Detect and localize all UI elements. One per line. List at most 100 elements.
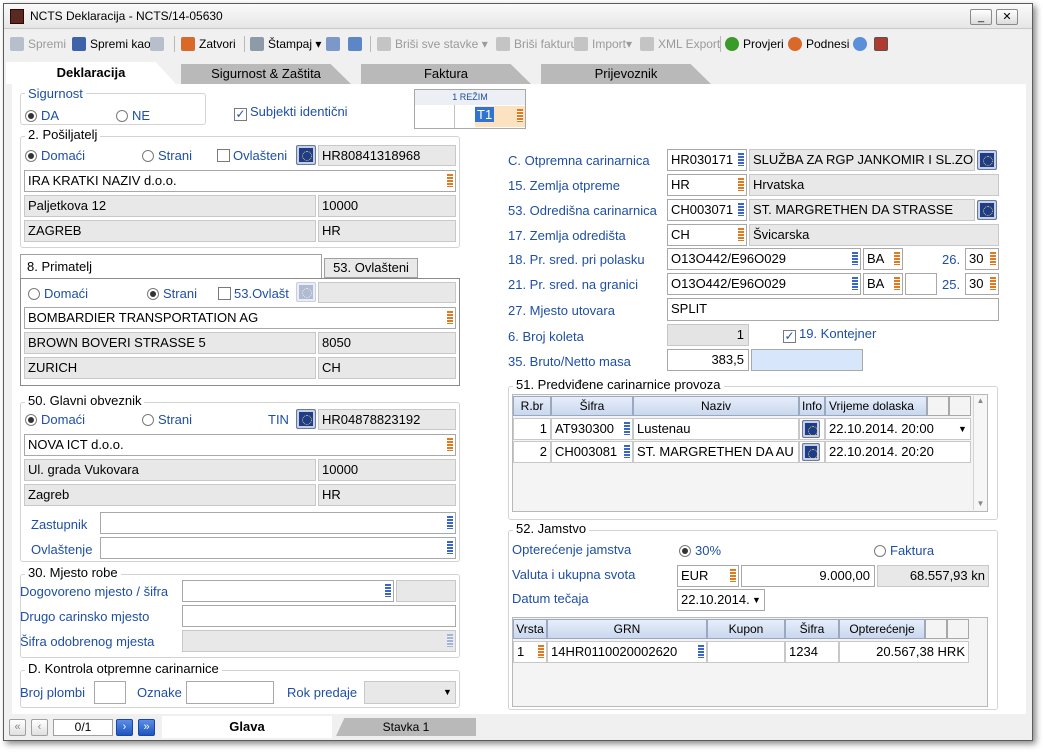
next-record-icon[interactable]: › — [116, 719, 133, 736]
close-doc-button[interactable]: Zatvori — [181, 34, 236, 54]
jamstvo-col-sifra[interactable]: Šifra — [785, 619, 839, 639]
sifra-odobrenog-field[interactable] — [182, 630, 456, 652]
provoz-row-2-info[interactable] — [799, 441, 825, 463]
eu-otpremna-icon[interactable] — [977, 150, 997, 170]
eu-lookup-icon[interactable] — [296, 145, 316, 165]
tab-faktura[interactable]: Faktura — [361, 64, 531, 84]
zemlja-odredista-code-field[interactable]: CH — [667, 224, 747, 246]
provoz-row-1-sifra[interactable]: AT930300 — [551, 418, 633, 440]
otpremna-name-field[interactable]: SLUŽBA ZA RGP JANKOMIR I SL.ZONA — [749, 149, 975, 171]
iznos-kn-field[interactable]: 68.557,93 kn — [877, 565, 989, 587]
provoz-col-info[interactable]: Info — [799, 396, 825, 416]
datum-tecaja-field[interactable]: 22.10.2014. ▼ — [677, 589, 765, 611]
primatelj-domaci-radio[interactable]: Domaći — [28, 286, 88, 301]
tab-glava[interactable]: Glava — [162, 716, 332, 738]
posiljatelj-drzava-field[interactable]: HR — [318, 220, 456, 242]
jamstvo-col-kupon[interactable]: Kupon — [707, 619, 785, 639]
posiljatelj-postanski-field[interactable]: 10000 — [318, 195, 456, 217]
odredisna-name-field[interactable]: ST. MARGRETHEN DA STRASSE — [749, 199, 975, 221]
primatelj-ovlast-checkbox[interactable]: 53.Ovlašt — [218, 286, 289, 301]
close-button[interactable]: ✕ — [996, 9, 1018, 25]
eu-lookup-obveznik-icon[interactable] — [296, 409, 316, 429]
n26-field[interactable]: 30 — [965, 248, 999, 270]
tab-stavka-1[interactable]: Stavka 1 — [336, 718, 476, 736]
jamstvo-row-1-sifra[interactable]: 1234 — [785, 641, 839, 663]
posiljatelj-strani-radio[interactable]: Strani — [142, 148, 192, 163]
opterecenje-30-radio[interactable]: 30% — [679, 543, 721, 558]
posiljatelj-adresa-field[interactable]: Paljetkova 12 — [24, 195, 316, 217]
obveznik-grad-field[interactable]: Zagreb — [24, 484, 316, 506]
primatelj-postanski-field[interactable]: 8050 — [318, 332, 456, 354]
provoz-scrollbar[interactable]: ▲ ▼ — [973, 396, 987, 510]
obveznik-adresa-field[interactable]: Ul. grada Vukovara — [24, 459, 316, 481]
last-record-icon[interactable]: » — [138, 719, 155, 736]
pr-polasku-field[interactable]: O13O442/E96O029 — [667, 248, 861, 270]
provoz-row-1-rbr[interactable]: 1 — [513, 418, 551, 440]
save-all-button[interactable] — [150, 34, 168, 54]
obveznik-drzava-field[interactable]: HR — [318, 484, 456, 506]
posiljatelj-id-field[interactable]: HR80841318968 — [318, 145, 456, 166]
primatelj-grad-field[interactable]: ZURICH — [24, 357, 316, 379]
posiljatelj-naziv-field[interactable]: IRA KRATKI NAZIV d.o.o. — [24, 170, 456, 192]
valuta-field[interactable]: EUR — [677, 565, 739, 587]
submit-button[interactable]: Podnesi — [788, 34, 849, 54]
eu-odredisna-icon[interactable] — [977, 200, 997, 220]
otpremna-code-field[interactable]: HR030171 — [667, 149, 747, 171]
grid-settings-icon[interactable] — [949, 396, 971, 416]
odredisna-code-field[interactable]: CH003071 — [667, 199, 747, 221]
jamstvo-row-1-kupon[interactable] — [707, 641, 785, 663]
provoz-row-1-info[interactable] — [799, 418, 825, 440]
ovlastenje-field[interactable] — [100, 537, 456, 559]
zemlja-odredista-name-field[interactable]: Švicarska — [749, 224, 999, 246]
tab-ovlasteni[interactable]: 53. Ovlašteni — [324, 258, 418, 278]
sigurnost-ne-radio[interactable]: NE — [116, 108, 150, 123]
provoz-row-1-vrijeme[interactable]: 22.10.2014. 20:00 ▼ — [825, 418, 971, 440]
jamstvo-settings-icon[interactable] — [947, 619, 969, 639]
check-button[interactable]: Provjeri — [725, 34, 784, 54]
mjesto-utovara-field[interactable]: SPLIT — [667, 298, 999, 321]
delete-items-button[interactable]: Briši sve stavke ▾ — [377, 34, 488, 54]
add-row-icon[interactable] — [927, 396, 949, 416]
save-as-button[interactable]: Spremi kao — [72, 34, 151, 54]
dogovoreno-sifra-field[interactable] — [396, 580, 456, 602]
primatelj-naziv-field[interactable]: BOMBARDIER TRANSPORTATION AG — [24, 307, 456, 329]
sigurnost-da-radio[interactable]: DA — [25, 108, 59, 123]
provoz-col-sifra[interactable]: Šifra — [551, 396, 633, 416]
provoz-col-vrijeme[interactable]: Vrijeme dolaska — [825, 396, 927, 416]
primatelj-strani-radio[interactable]: Strani — [147, 286, 197, 301]
obveznik-naziv-field[interactable]: NOVA ICT d.o.o. — [24, 434, 456, 456]
provoz-row-2-rbr[interactable]: 2 — [513, 441, 551, 463]
n25-field[interactable]: 30 — [965, 273, 999, 295]
pr-granici-field[interactable]: O13O442/E96O029 — [667, 273, 861, 295]
print-button[interactable]: Štampaj ▾ — [250, 34, 321, 54]
posiljatelj-ovlasteni-checkbox[interactable]: Ovlašteni — [217, 148, 287, 163]
delete-invoice-button[interactable]: Briši fakturu — [496, 34, 577, 54]
save-button[interactable]: Spremi — [10, 34, 66, 54]
provoz-row-2-naziv[interactable]: ST. MARGRETHEN DA AU — [633, 441, 799, 463]
zastupnik-field[interactable] — [100, 512, 456, 534]
pr-granici-country-field[interactable]: BA — [863, 273, 903, 295]
pr-granici-extra-field[interactable] — [905, 273, 937, 295]
masa-netto-field[interactable] — [751, 349, 863, 371]
provoz-row-2-vrijeme[interactable]: 22.10.2014. 20:20 — [825, 441, 971, 463]
rezim-field[interactable]: T1 — [475, 106, 525, 127]
primatelj-drzava-field[interactable]: CH — [318, 357, 456, 379]
obveznik-strani-radio[interactable]: Strani — [142, 412, 192, 427]
provoz-col-rbr[interactable]: R.br — [513, 396, 551, 416]
provoz-row-2-sifra[interactable]: CH003081 — [551, 441, 633, 463]
info-button[interactable] — [853, 34, 871, 54]
jamstvo-row-1-vrsta[interactable]: 1 — [513, 641, 547, 663]
kontejner-checkbox[interactable]: ✓ 19. Kontejner — [783, 326, 876, 343]
posiljatelj-domaci-radio[interactable]: Domaći — [25, 148, 85, 163]
jamstvo-row-1-opterecenje[interactable]: 20.567,38 HRK — [839, 641, 969, 663]
rezim-empty-cell[interactable] — [415, 105, 455, 128]
minimize-button[interactable]: _ — [970, 9, 992, 25]
calculator-button[interactable] — [348, 34, 366, 54]
primatelj-id-field[interactable] — [318, 282, 456, 303]
xml-export-button[interactable]: XML Export — [640, 34, 720, 54]
pr-polasku-country-field[interactable]: BA — [863, 248, 903, 270]
prev-record-icon[interactable]: ‹ — [31, 719, 48, 736]
first-record-icon[interactable]: « — [9, 719, 26, 736]
rok-predaje-dropdown[interactable]: ▼ — [364, 681, 456, 704]
iznos-field[interactable]: 9.000,00 — [741, 565, 875, 587]
